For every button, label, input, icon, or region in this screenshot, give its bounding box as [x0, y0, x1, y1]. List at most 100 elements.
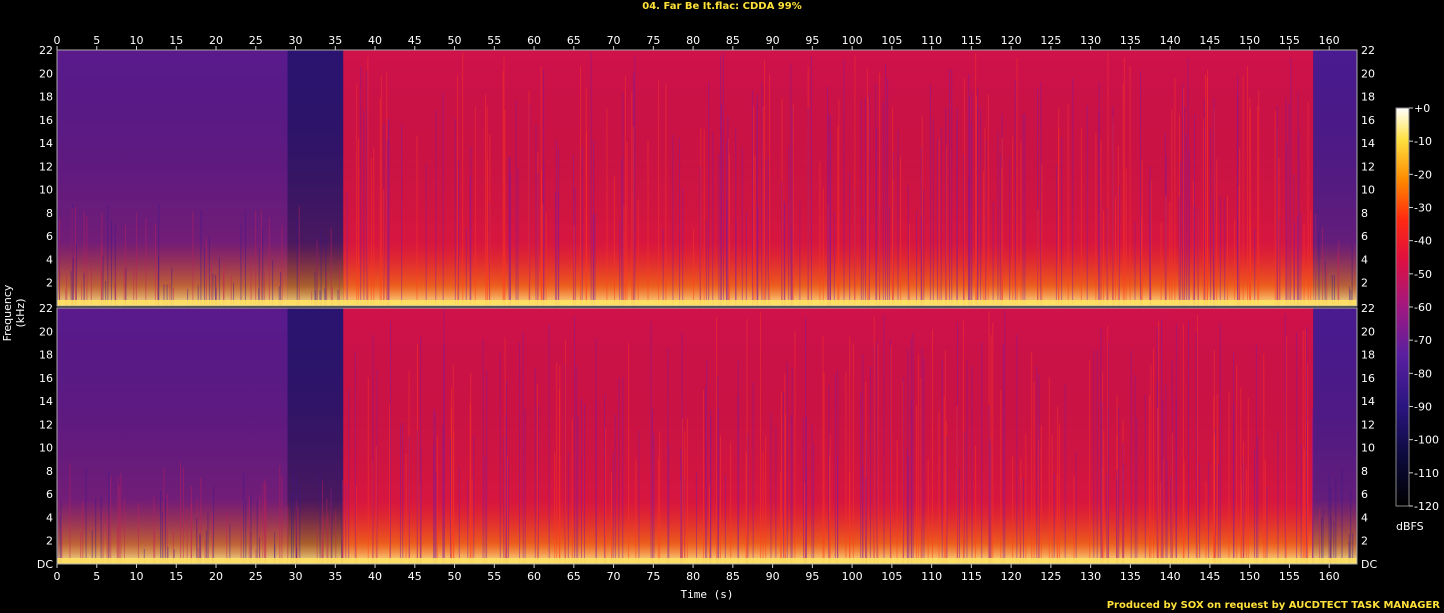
transient-stripe: [1224, 198, 1226, 306]
transient-stripe: [1303, 224, 1305, 306]
transient-stripe: [1000, 389, 1002, 564]
transient-stripe: [1144, 394, 1146, 564]
transient-stripe: [703, 129, 705, 306]
transient-stripe: [1100, 140, 1102, 306]
transient-stripe: [358, 138, 360, 306]
transient-stripe: [1322, 226, 1324, 306]
transient-stripe: [416, 135, 418, 306]
transient-stripe: [920, 147, 922, 306]
transient-stripe: [554, 451, 556, 564]
x-axis-bottom: 0 5 10 15 20 25 30 35 40 45 50 55 60 65 70 75 80 85 90 95 10…: [54, 564, 1340, 583]
transient-stripe: [1266, 486, 1268, 564]
transient-stripe: [519, 341, 521, 564]
x-tick-label-bottom: 115: [961, 570, 982, 583]
transient-stripe: [499, 352, 501, 564]
colorbar-tick-label: -40: [1414, 235, 1432, 248]
transient-stripe: [1310, 211, 1312, 306]
transient-stripe: [1048, 377, 1050, 564]
transient-stripe: [72, 257, 74, 306]
x-tick-label-top: 70: [607, 34, 621, 47]
x-tick-label-top: 55: [487, 34, 501, 47]
transient-stripe: [1016, 334, 1018, 564]
transient-stripe: [1187, 321, 1189, 564]
transient-stripe: [186, 508, 188, 564]
transient-stripe: [325, 236, 327, 306]
transient-stripe: [827, 86, 829, 306]
colorbar-gradient: [1395, 107, 1410, 507]
transient-stripe: [320, 228, 322, 306]
x-tick-label-bottom: 105: [881, 570, 902, 583]
transient-stripe: [1020, 141, 1022, 306]
transient-stripe: [946, 436, 948, 564]
transient-stripe: [810, 55, 812, 306]
transient-stripe: [389, 403, 391, 564]
transient-stripe: [205, 237, 207, 306]
transient-stripe: [1134, 375, 1136, 564]
transient-stripe: [1228, 390, 1230, 564]
transient-stripe: [1245, 469, 1247, 564]
transient-stripe: [1040, 82, 1042, 306]
transient-stripe: [1117, 145, 1119, 306]
transient-stripe: [804, 482, 806, 564]
segment-lowfreq-0: [57, 308, 288, 564]
transient-stripe: [262, 226, 264, 306]
x-tick-label-bottom: 30: [289, 570, 303, 583]
transient-stripe: [190, 504, 192, 564]
transient-stripe: [1288, 103, 1290, 306]
transient-stripe: [1067, 103, 1069, 306]
transient-stripe: [877, 344, 879, 564]
transient-stripe: [650, 321, 652, 564]
transient-stripe: [968, 74, 970, 306]
colorbar-tick-label: -100: [1414, 434, 1439, 447]
y-tick-label-right: 18: [1361, 349, 1375, 362]
transient-stripe: [963, 78, 965, 306]
transient-stripe: [974, 446, 976, 564]
transient-stripe: [784, 413, 786, 564]
transient-stripe: [474, 106, 476, 306]
transient-stripe: [454, 119, 456, 306]
transient-stripe: [786, 361, 788, 564]
x-tick-label-bottom: 95: [805, 570, 819, 583]
transient-stripe: [712, 131, 714, 306]
transient-stripe: [632, 126, 634, 306]
x-tick-label-bottom: 135: [1120, 570, 1141, 583]
transient-stripe: [621, 158, 623, 306]
transient-stripe: [85, 468, 87, 564]
transient-stripe: [1058, 128, 1060, 306]
x-tick-label-top: 45: [408, 34, 422, 47]
x-tick-label-bottom: 60: [527, 570, 541, 583]
x-tick-label-bottom: 100: [842, 570, 863, 583]
y-tick-label-left: 18: [39, 91, 53, 104]
transient-stripe: [1089, 360, 1091, 564]
transient-stripe: [363, 111, 365, 306]
transient-stripe: [1141, 159, 1143, 306]
segment-lowfreq-3: [1313, 50, 1357, 306]
transient-stripe: [287, 506, 289, 564]
transient-stripe: [1103, 210, 1105, 306]
transient-stripe: [502, 71, 504, 306]
transient-stripe: [631, 91, 633, 306]
transient-stripe: [1319, 509, 1321, 564]
transient-stripe: [240, 516, 242, 564]
transient-stripe: [1165, 383, 1167, 564]
transient-stripe: [845, 371, 847, 564]
transient-stripe: [703, 389, 705, 564]
y-tick-label-left: 8: [46, 207, 53, 220]
transient-stripe: [1075, 451, 1077, 564]
colorbar-tick-label: -50: [1414, 268, 1432, 281]
transient-stripe: [545, 212, 547, 306]
transient-stripe: [745, 452, 747, 564]
transient-stripe: [1053, 473, 1055, 564]
transient-stripe: [990, 334, 992, 564]
bass-band: [57, 558, 1357, 564]
transient-stripe: [379, 98, 381, 307]
transient-stripe: [999, 153, 1001, 306]
transient-stripe: [425, 163, 427, 306]
transient-stripe: [1219, 322, 1221, 564]
y-tick-label-right: 8: [1361, 207, 1368, 220]
transient-stripe: [1285, 335, 1287, 564]
y-tick-label-left: DC: [37, 558, 53, 571]
x-tick-label-top: 120: [1001, 34, 1022, 47]
transient-stripe: [876, 341, 878, 564]
x-tick-label-bottom: 120: [1001, 570, 1022, 583]
